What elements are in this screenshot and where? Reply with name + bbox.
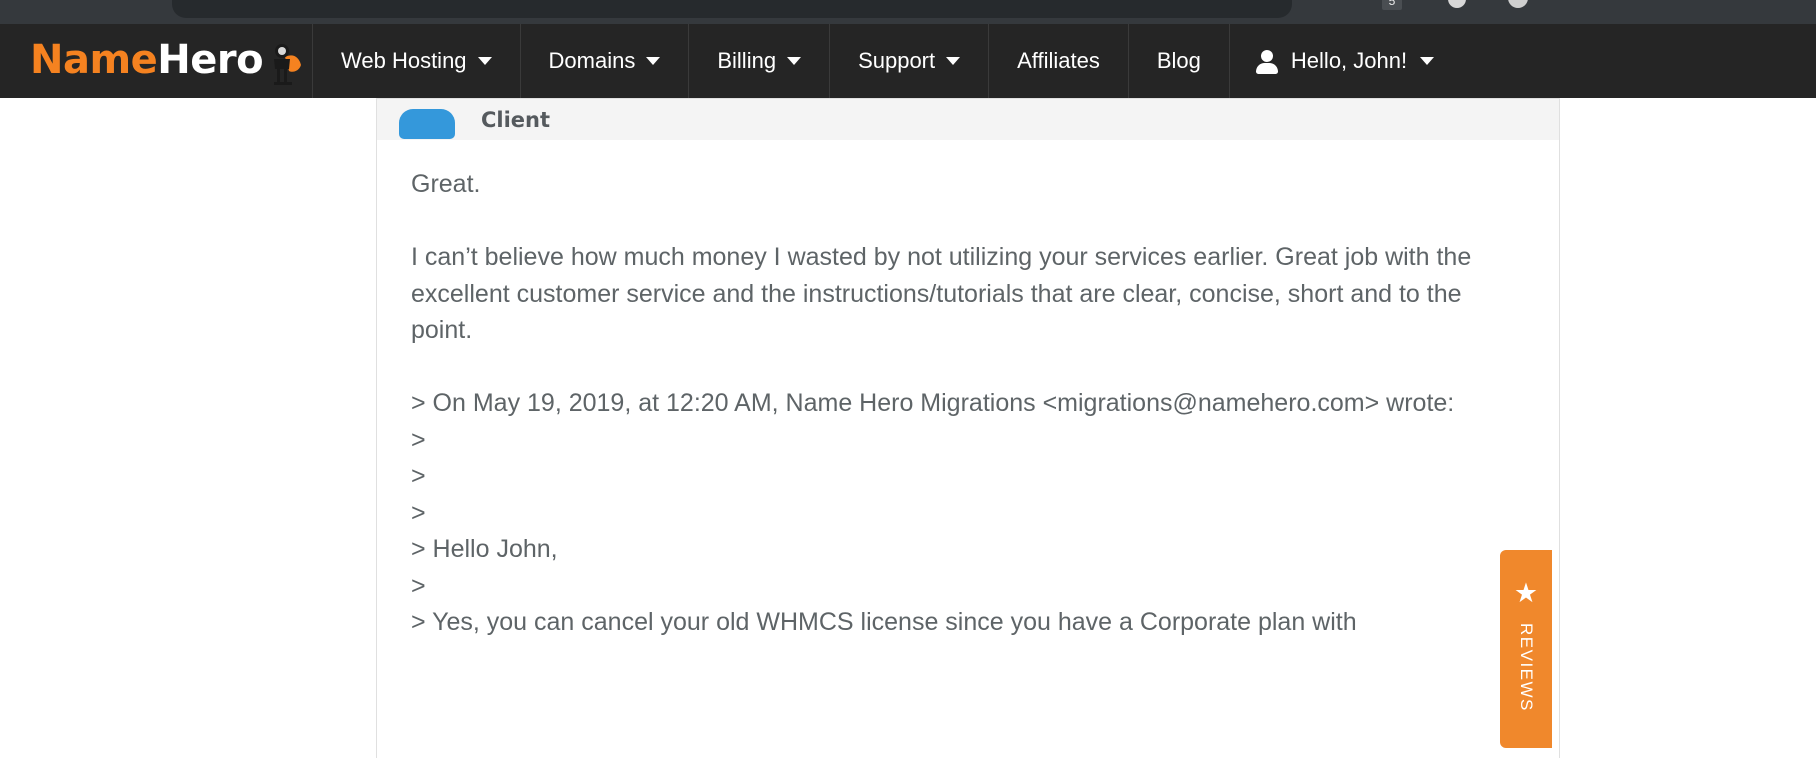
brand-name-part: Name <box>30 37 158 83</box>
right-background-panel: n d ɔ3 <box>1560 196 1816 758</box>
nav-item-label: Affiliates <box>1017 48 1100 73</box>
browser-chrome: 5 <box>0 0 1816 24</box>
nav-item-affiliates[interactable]: Affiliates <box>988 24 1128 98</box>
browser-chrome-circle[interactable] <box>1448 0 1466 8</box>
chevron-down-icon <box>646 57 661 65</box>
nav-item-domains[interactable]: Domains <box>519 24 689 98</box>
chevron-down-icon <box>787 57 802 65</box>
nav-item-label: Billing <box>717 48 777 73</box>
nav-item-label: Web Hosting <box>341 48 467 73</box>
chevron-down-icon <box>477 57 492 65</box>
browser-tab-badge: 5 <box>1382 0 1402 10</box>
chevron-down-icon <box>946 57 961 65</box>
nav-item-blog[interactable]: Blog <box>1127 24 1229 98</box>
browser-active-tab[interactable] <box>172 0 1292 18</box>
screen: 5 NameHero Web Hosting Domains Billing S… <box>0 0 1816 758</box>
nav-item-billing[interactable]: Billing <box>688 24 829 98</box>
star-icon: ★ <box>1513 578 1539 608</box>
reviews-tab[interactable]: ★ REVIEWS <box>1500 550 1552 748</box>
message-body: Great. I can’t believe how much money I … <box>376 140 1560 758</box>
brand-hero-part: Hero <box>157 37 264 83</box>
message-header: Client <box>376 98 1560 140</box>
reviews-tab-label: REVIEWS <box>1517 623 1536 712</box>
avatar <box>399 108 455 139</box>
nav-items: Web Hosting Domains Billing Support Affi… <box>312 24 1460 98</box>
chevron-down-icon <box>1420 57 1435 65</box>
hero-cape-icon <box>265 39 309 85</box>
nav-item-label: Blog <box>1156 48 1201 73</box>
message-author: Client <box>481 107 551 132</box>
nav-user-menu[interactable]: Hello, John! <box>1228 24 1460 98</box>
brand-logo[interactable]: NameHero <box>0 24 312 98</box>
nav-item-web-hosting[interactable]: Web Hosting <box>312 24 520 98</box>
ticket-message-panel: Client Great. I can’t believe how much m… <box>376 98 1560 758</box>
user-icon <box>1255 49 1278 74</box>
nav-item-label: Support <box>858 48 936 73</box>
browser-profile-avatar[interactable] <box>1508 0 1528 8</box>
page-body: Client Great. I can’t believe how much m… <box>0 98 1816 758</box>
nav-item-support[interactable]: Support <box>829 24 988 98</box>
site-navbar: NameHero Web Hosting Domains Billing Sup… <box>0 24 1816 98</box>
browser-tabstrip[interactable]: 5 <box>0 0 1816 18</box>
left-gutter <box>0 98 376 758</box>
nav-user-label: Hello, John! <box>1290 48 1408 73</box>
nav-item-label: Domains <box>548 48 636 73</box>
message-text: Great. I can’t believe how much money I … <box>411 170 1472 636</box>
brand-wordmark: NameHero <box>30 37 309 85</box>
